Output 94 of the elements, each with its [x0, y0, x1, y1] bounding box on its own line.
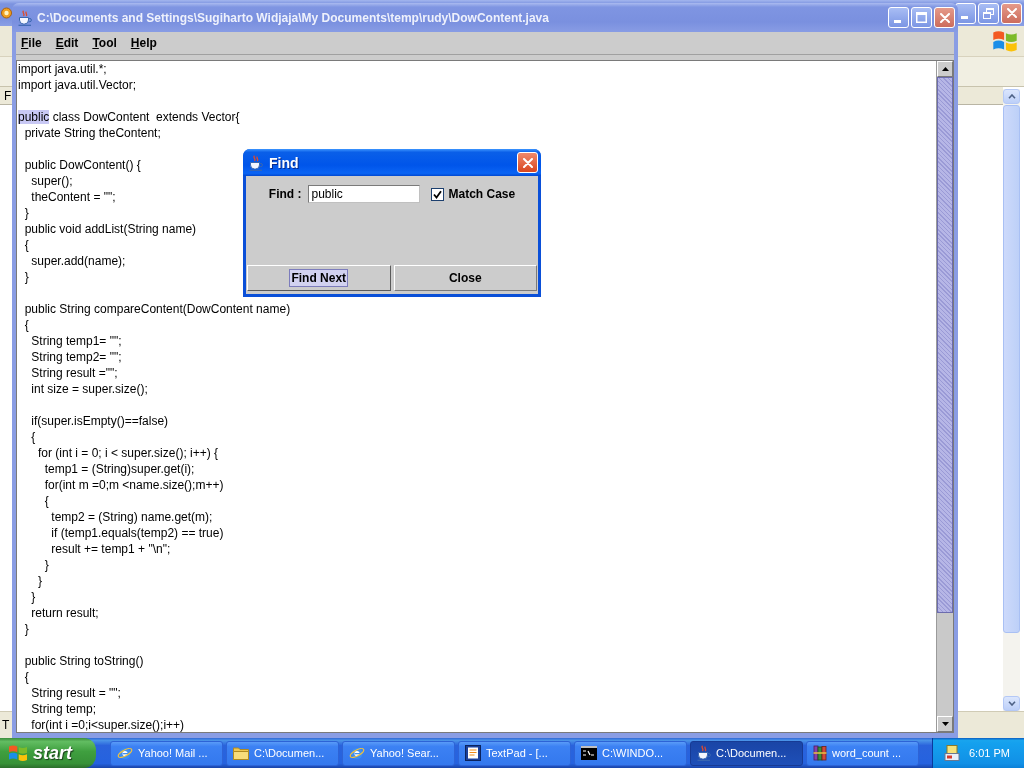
- clock: 6:01 PM: [969, 747, 1010, 759]
- code-line: }: [43, 557, 49, 573]
- checkbox-label[interactable]: Match Case: [448, 187, 516, 201]
- code-line: import java.util.Vector;: [18, 77, 137, 93]
- code-line: if(super.isEmpty()==false): [30, 413, 169, 429]
- taskbar-button[interactable]: C:\Documen...: [226, 740, 339, 766]
- close-button[interactable]: [517, 152, 538, 173]
- menu-item[interactable]: F: [4, 88, 12, 103]
- books-icon: [813, 745, 827, 761]
- code-line: for (int i = 0; i < super.size(); i++) {: [37, 445, 219, 461]
- close-button[interactable]: [934, 7, 955, 28]
- console-icon: [581, 746, 597, 760]
- taskbar-button[interactable]: C:\WINDO...: [574, 740, 687, 766]
- code-line: {: [43, 493, 49, 509]
- close-icon: [939, 12, 950, 23]
- document-icon: [465, 745, 481, 761]
- minimize-button[interactable]: [888, 7, 909, 28]
- menu-item[interactable]: Edit: [51, 34, 83, 52]
- chevron-up-icon: [1007, 94, 1016, 99]
- maximize-icon: [916, 12, 927, 23]
- taskbar-button[interactable]: Yahoo! Mail ...: [110, 740, 223, 766]
- taskbar-button[interactable]: TextPad - [...: [458, 740, 571, 766]
- app-icon: [1, 7, 12, 19]
- flag-logo-icon: [992, 28, 1018, 54]
- close-icon: [1006, 8, 1017, 18]
- code-line: String temp2= "";: [30, 349, 122, 365]
- triangle-up-icon: [941, 67, 949, 71]
- menu-item[interactable]: File: [17, 34, 46, 52]
- restore-button[interactable]: [978, 2, 999, 24]
- field-label: Find :: [268, 187, 302, 201]
- status-text: T: [2, 718, 10, 732]
- code-line: super.add(name);: [30, 253, 126, 269]
- app-icon: [944, 745, 960, 761]
- code-line: }: [23, 621, 29, 637]
- code-line: public void addList(String name): [23, 221, 197, 237]
- minimize-icon: [960, 15, 968, 19]
- scroll-thumb[interactable]: [1003, 105, 1020, 633]
- taskbar-button[interactable]: Yahoo! Sear...: [342, 740, 455, 766]
- browser-icon: [117, 745, 133, 761]
- browser-icon: [349, 745, 365, 761]
- minimize-icon: [893, 20, 901, 23]
- find-input[interactable]: public: [308, 185, 421, 203]
- taskbar-button[interactable]: C:\Documen...: [690, 740, 803, 766]
- close-icon: [522, 157, 533, 168]
- taskbar-button[interactable]: word_count ...: [806, 740, 919, 766]
- code-line: }: [23, 205, 29, 221]
- code-line: }: [30, 589, 36, 605]
- scroll-thumb[interactable]: [937, 77, 953, 613]
- code-line: {: [23, 237, 29, 253]
- menu-item[interactable]: Help: [126, 34, 161, 52]
- close-button[interactable]: [1001, 2, 1022, 24]
- dialog-button[interactable]: Find Next: [247, 265, 391, 291]
- triangle-down-icon: [941, 722, 949, 726]
- code-line: result += temp1 + "\n";: [50, 541, 171, 557]
- cup-icon: [18, 9, 32, 26]
- code-line: String result ="";: [30, 365, 118, 381]
- code-line: }: [23, 269, 29, 285]
- code-line: String result = "";: [30, 685, 121, 701]
- checkbox[interactable]: [431, 187, 445, 201]
- code-line: private String theContent;: [23, 125, 161, 141]
- flag-logo-icon: [8, 743, 28, 763]
- code-line: {: [30, 429, 36, 445]
- code-line: public DowContent() {: [23, 157, 141, 173]
- folder-icon: [233, 746, 249, 760]
- code-line: }: [37, 573, 42, 589]
- code-line: temp1 = (String)super.get(i);: [43, 461, 195, 477]
- cup-icon: [697, 745, 711, 761]
- window-title: C:\Documents and Settings\Sugiharto Widjaja\My Documents\temp\rudy\DowContent.java: [37, 10, 549, 25]
- code-line: {: [23, 669, 29, 685]
- scrollbar[interactable]: [1003, 89, 1020, 711]
- code-line: public String toString(): [23, 653, 144, 669]
- code-line: for(int i =0;i<super.size();i++): [30, 717, 185, 732]
- menu-item[interactable]: Tool: [88, 34, 121, 52]
- code-line: temp2 = (String) name.get(m);: [50, 509, 213, 525]
- scrollbar[interactable]: [936, 61, 953, 732]
- code-line: return result;: [30, 605, 99, 621]
- restore-icon: [983, 7, 994, 19]
- cup-icon: [249, 154, 263, 171]
- code-line: import java.util.*;: [18, 61, 107, 77]
- dialog-button[interactable]: Close: [393, 265, 537, 291]
- code-line: String temp1= "";: [30, 333, 122, 349]
- code-line: super();: [30, 173, 73, 189]
- code-line: if (temp1.equals(temp2) == true): [50, 525, 224, 541]
- code-line: {: [23, 317, 29, 333]
- code-line: String temp;: [30, 701, 97, 717]
- code-line: public String compareContent(DowContent name): [23, 301, 291, 317]
- maximize-button[interactable]: [911, 7, 932, 28]
- dialog-title: Find: [269, 154, 299, 171]
- code-line: public class DowContent extends Vector{: [18, 109, 240, 125]
- code-line: int size = super.size();: [30, 381, 148, 397]
- check-icon: [433, 189, 443, 199]
- code-line: theContent = "";: [30, 189, 116, 205]
- code-line: for(int m =0;m <name.size();m++): [43, 477, 224, 493]
- chevron-down-icon: [1007, 701, 1016, 706]
